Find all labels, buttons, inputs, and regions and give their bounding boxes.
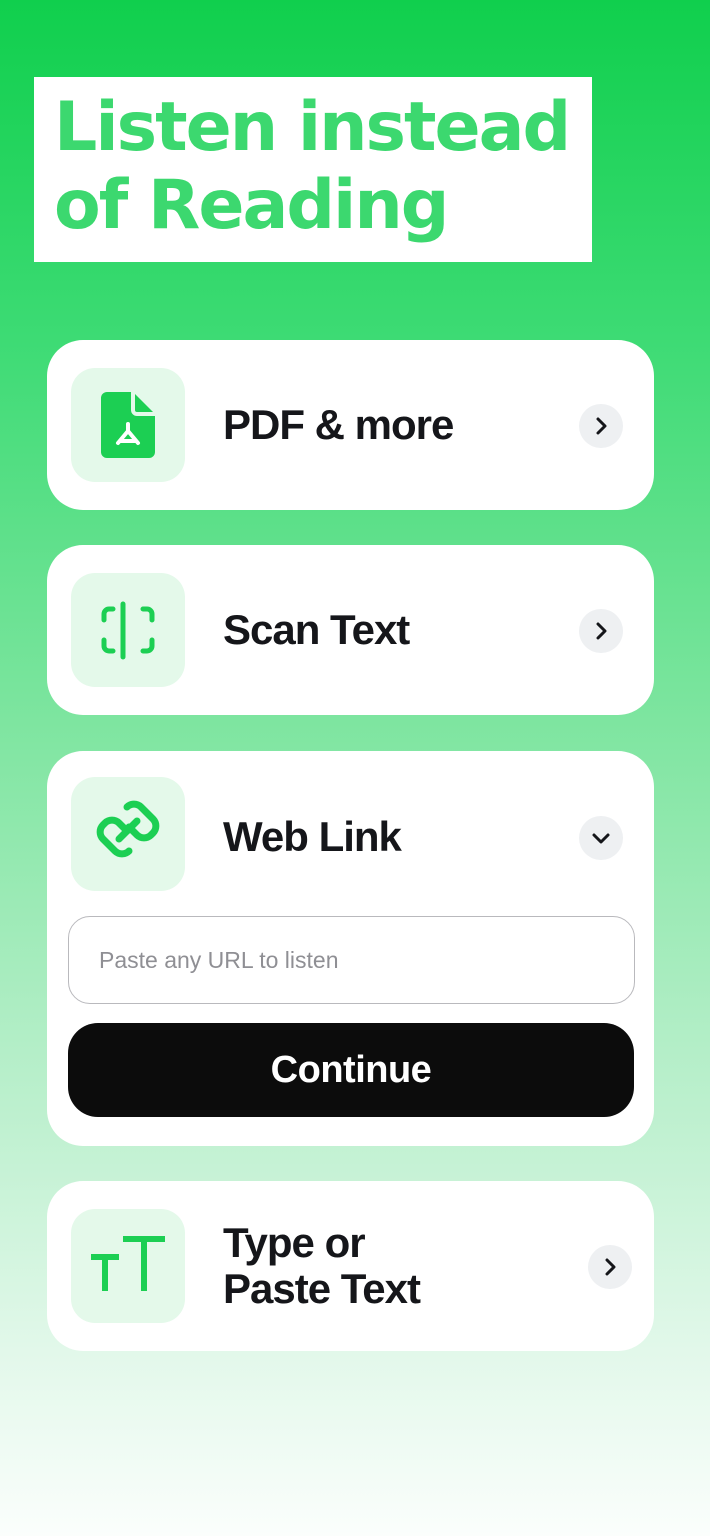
scan-icon-tile	[71, 573, 185, 687]
option-label-weblink: Web Link	[223, 813, 402, 860]
chevron-right-icon	[605, 1258, 616, 1276]
option-card-pdf[interactable]: PDF & more	[47, 340, 654, 510]
option-card-type-text[interactable]: Type or Paste Text	[47, 1181, 654, 1351]
headline-line-1: Listen instead	[54, 88, 571, 167]
chevron-right-button[interactable]	[579, 609, 623, 653]
link-icon-tile	[71, 777, 185, 891]
chevron-down-button[interactable]	[579, 816, 623, 860]
link-icon	[96, 800, 160, 858]
headline-line-2: of Reading	[54, 166, 449, 245]
option-label-type-text-line-1: Type or	[223, 1219, 366, 1266]
chevron-down-icon	[592, 833, 610, 844]
pdf-icon-tile	[71, 368, 185, 482]
option-card-weblink: Web Link Continue	[47, 751, 654, 1146]
option-label-scan: Scan Text	[223, 606, 410, 653]
text-icon-tile	[71, 1209, 185, 1323]
option-label-type-text-line-2: Paste Text	[223, 1265, 421, 1312]
headline: Listen instead of Reading	[34, 77, 592, 262]
continue-button[interactable]: Continue	[68, 1023, 634, 1117]
chevron-right-button[interactable]	[588, 1245, 632, 1289]
weblink-header[interactable]: Web Link	[47, 751, 654, 921]
option-label-pdf: PDF & more	[223, 401, 454, 448]
option-label-type-text: Type or Paste Text	[223, 1181, 421, 1351]
url-input[interactable]	[68, 916, 635, 1004]
chevron-right-icon	[596, 622, 607, 640]
scan-text-icon	[101, 601, 155, 660]
text-size-icon	[91, 1236, 165, 1291]
chevron-right-icon	[596, 417, 607, 435]
pdf-file-icon	[101, 392, 155, 458]
chevron-right-button[interactable]	[579, 404, 623, 448]
option-card-scan[interactable]: Scan Text	[47, 545, 654, 715]
